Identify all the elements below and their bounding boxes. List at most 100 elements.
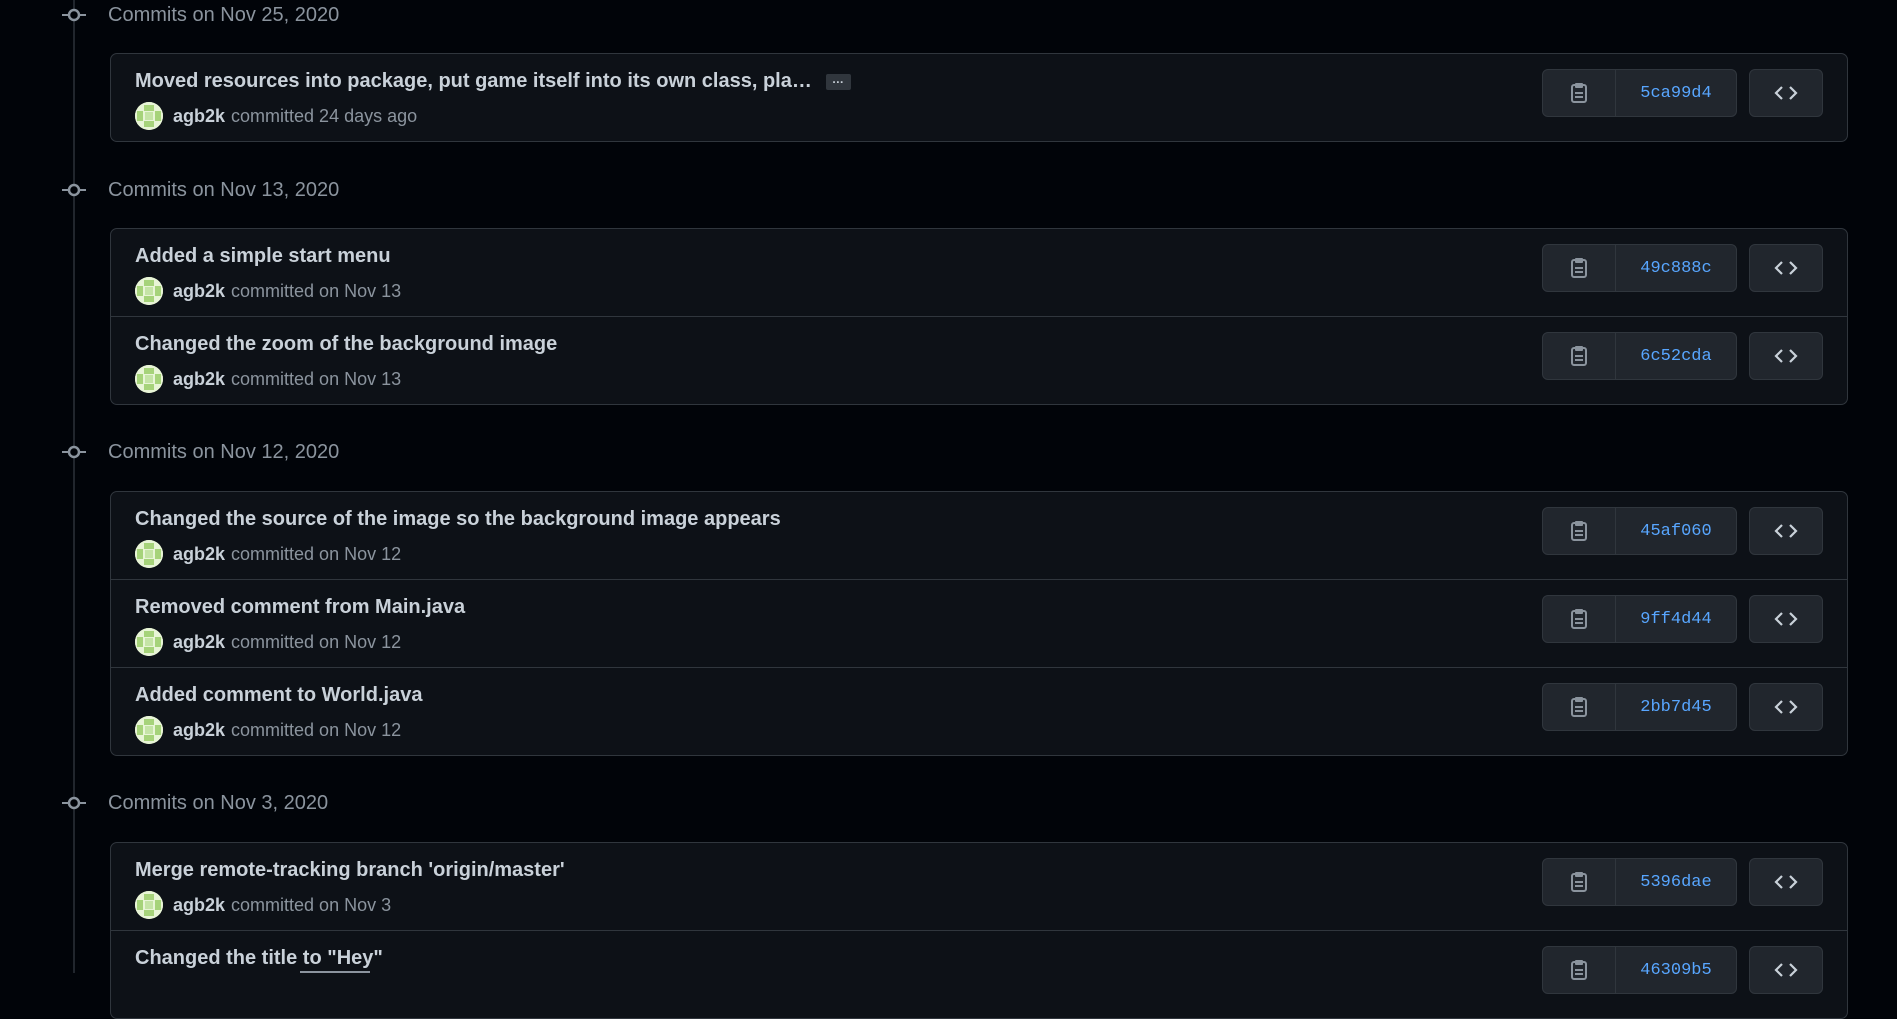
copy-sha-button[interactable] — [1543, 684, 1616, 730]
commit-time: committed on Nov 13 — [231, 368, 402, 389]
browse-repo-button[interactable] — [1749, 946, 1823, 994]
commit-row: Changed the source of the image so the b… — [111, 492, 1847, 579]
code-icon — [1774, 963, 1798, 977]
git-commit-icon — [62, 3, 86, 27]
clipboard-icon — [1571, 609, 1587, 629]
browse-repo-button[interactable] — [1749, 244, 1823, 292]
copy-sha-button[interactable] — [1543, 596, 1616, 642]
commit-sha-link[interactable]: 46309b5 — [1616, 947, 1736, 993]
commit-meta: agb2k committed on Nov 13 — [135, 277, 401, 305]
git-commit-icon — [62, 791, 86, 815]
commit-meta: agb2k committed 24 days ago — [135, 102, 417, 130]
code-icon — [1774, 875, 1798, 889]
browse-repo-button[interactable] — [1749, 507, 1823, 555]
author-name[interactable]: agb2k — [173, 544, 225, 565]
commit-message[interactable]: Changed the zoom of the background image — [135, 333, 557, 356]
clipboard-icon — [1571, 697, 1587, 717]
commit-sha-link[interactable]: 5ca99d4 — [1616, 70, 1736, 116]
clipboard-icon — [1571, 346, 1587, 366]
author-name[interactable]: agb2k — [173, 632, 225, 653]
commit-message[interactable]: Moved resources into package, put game i… — [135, 70, 851, 93]
commit-row: Added comment to World.java agb2k commit… — [111, 667, 1847, 755]
copy-sha-button[interactable] — [1543, 333, 1616, 379]
commit-meta: agb2k committed on Nov 12 — [135, 716, 401, 744]
group-header: Commits on Nov 12, 2020 — [62, 437, 339, 467]
group-title: Commits on Nov 25, 2020 — [108, 3, 340, 26]
commit-time: committed on Nov 13 — [231, 280, 402, 301]
commit-time: committed on Nov 12 — [231, 543, 402, 564]
commit-message[interactable]: Changed the title to "Hey" — [135, 947, 383, 970]
code-icon — [1774, 261, 1798, 275]
commit-message[interactable]: Merge remote-tracking branch 'origin/mas… — [135, 859, 565, 882]
clipboard-icon — [1571, 258, 1587, 278]
avatar[interactable] — [135, 102, 163, 130]
commit-sha-link[interactable]: 2bb7d45 — [1616, 684, 1736, 730]
author-name[interactable]: agb2k — [173, 281, 225, 302]
commit-time: committed on Nov 12 — [231, 719, 402, 740]
commit-meta: agb2k committed on Nov 12 — [135, 628, 401, 656]
group-header: Commits on Nov 13, 2020 — [62, 175, 339, 205]
clipboard-icon — [1571, 960, 1587, 980]
avatar[interactable] — [135, 365, 163, 393]
commit-sha-link[interactable]: 49c888c — [1616, 245, 1736, 291]
git-commit-icon — [62, 178, 86, 202]
author-name[interactable]: agb2k — [173, 106, 225, 127]
sha-button-group: 46309b5 — [1542, 946, 1737, 994]
code-icon — [1774, 612, 1798, 626]
sha-button-group: 2bb7d45 — [1542, 683, 1737, 731]
commit-message-link[interactable]: Moved resources into package, put game i… — [135, 70, 812, 93]
group-header: Commits on Nov 3, 2020 — [62, 788, 328, 818]
copy-sha-button[interactable] — [1543, 245, 1616, 291]
avatar[interactable] — [135, 716, 163, 744]
commit-sha-link[interactable]: 5396dae — [1616, 859, 1736, 905]
commit-message[interactable]: Added comment to World.java — [135, 684, 422, 707]
commit-sha-link[interactable]: 45af060 — [1616, 508, 1736, 554]
browse-repo-button[interactable] — [1749, 595, 1823, 643]
code-icon — [1774, 349, 1798, 363]
avatar[interactable] — [135, 277, 163, 305]
sha-button-group: 5396dae — [1542, 858, 1737, 906]
commit-message[interactable]: Removed comment from Main.java — [135, 596, 465, 619]
browse-repo-button[interactable] — [1749, 332, 1823, 380]
group-title: Commits on Nov 13, 2020 — [108, 178, 340, 201]
clipboard-icon — [1571, 83, 1587, 103]
code-icon — [1774, 524, 1798, 538]
timeline-line — [73, 0, 75, 973]
commit-message[interactable]: Changed the source of the image so the b… — [135, 508, 781, 531]
group-header: Commits on Nov 25, 2020 — [62, 0, 339, 30]
commit-list: Merge remote-tracking branch 'origin/mas… — [110, 842, 1848, 1019]
copy-sha-button[interactable] — [1543, 508, 1616, 554]
commit-meta: agb2k committed on Nov 13 — [135, 365, 401, 393]
avatar[interactable] — [135, 891, 163, 919]
avatar[interactable] — [135, 540, 163, 568]
commit-row: Moved resources into package, put game i… — [111, 54, 1847, 141]
code-icon — [1774, 700, 1798, 714]
commit-list: Moved resources into package, put game i… — [110, 53, 1848, 142]
sha-button-group: 5ca99d4 — [1542, 69, 1737, 117]
author-name[interactable]: agb2k — [173, 720, 225, 741]
commit-list: Changed the source of the image so the b… — [110, 491, 1848, 756]
commit-sha-link[interactable]: 9ff4d44 — [1616, 596, 1736, 642]
copy-sha-button[interactable] — [1543, 859, 1616, 905]
clipboard-icon — [1571, 872, 1587, 892]
commit-time: committed on Nov 3 — [231, 894, 392, 915]
commit-message[interactable]: Added a simple start menu — [135, 245, 391, 268]
expand-message-button[interactable]: … — [825, 73, 851, 90]
commit-time: committed 24 days ago — [231, 105, 418, 126]
code-icon — [1774, 86, 1798, 100]
commit-time: committed on Nov 12 — [231, 631, 402, 652]
avatar[interactable] — [135, 628, 163, 656]
sha-button-group: 49c888c — [1542, 244, 1737, 292]
group-title: Commits on Nov 12, 2020 — [108, 440, 340, 463]
copy-sha-button[interactable] — [1543, 947, 1616, 993]
browse-repo-button[interactable] — [1749, 69, 1823, 117]
commit-sha-link[interactable]: 6c52cda — [1616, 333, 1736, 379]
commit-meta: agb2k committed on Nov 3 — [135, 891, 391, 919]
author-name[interactable]: agb2k — [173, 895, 225, 916]
browse-repo-button[interactable] — [1749, 858, 1823, 906]
clipboard-icon — [1571, 521, 1587, 541]
browse-repo-button[interactable] — [1749, 683, 1823, 731]
copy-sha-button[interactable] — [1543, 70, 1616, 116]
git-commit-icon — [62, 440, 86, 464]
author-name[interactable]: agb2k — [173, 369, 225, 390]
